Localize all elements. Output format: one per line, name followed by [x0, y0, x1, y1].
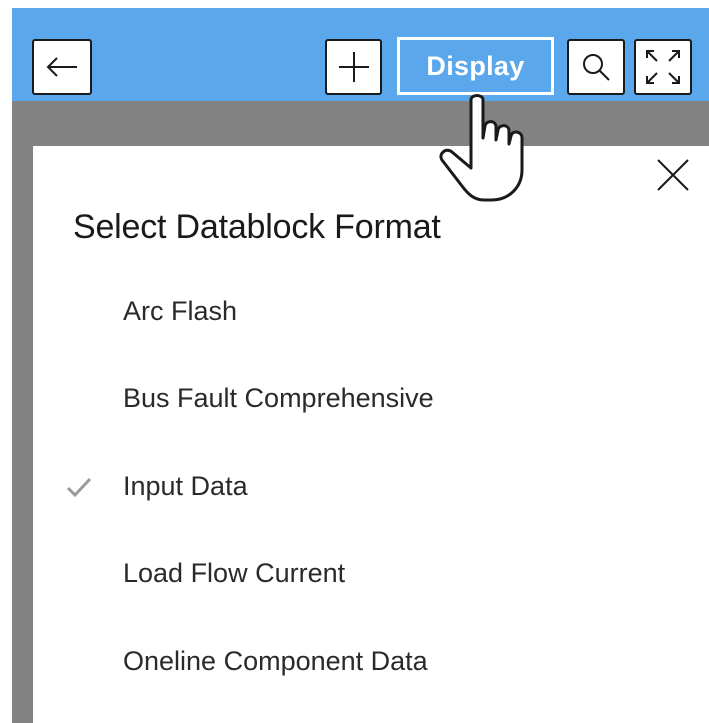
display-button-label: Display [426, 50, 525, 81]
format-option-bus-fault-comprehensive[interactable]: Bus Fault Comprehensive [33, 367, 709, 427]
arrow-left-icon [46, 57, 77, 77]
format-option-label: Arc Flash [123, 296, 238, 326]
hand-pointer-icon [439, 94, 524, 202]
format-option-oneline-component-data[interactable]: Oneline Component Data [33, 630, 709, 690]
app-frame: Display Select Datablock Format Arc Flas… [0, 0, 709, 723]
format-option-load-flow-current[interactable]: Load Flow Current [33, 542, 709, 602]
format-option-arc-flash[interactable]: Arc Flash [33, 280, 709, 340]
expand-button[interactable] [634, 39, 692, 95]
close-button[interactable] [653, 155, 693, 195]
plus-icon [338, 52, 369, 82]
format-option-label: Bus Fault Comprehensive [123, 383, 434, 413]
display-button[interactable]: Display [397, 37, 554, 95]
magnifier-icon [583, 54, 610, 81]
format-option-label: Oneline Component Data [123, 646, 428, 676]
expand-icon [646, 50, 680, 84]
checkmark-icon [66, 477, 92, 498]
search-button[interactable] [567, 39, 625, 95]
back-button[interactable] [32, 39, 92, 95]
panel-title: Select Datablock Format [73, 208, 441, 246]
format-option-label: Input Data [123, 471, 248, 501]
close-icon [657, 159, 689, 191]
format-option-label: Load Flow Current [123, 558, 346, 588]
add-button[interactable] [325, 39, 382, 95]
format-option-input-data[interactable]: Input Data [33, 455, 709, 515]
